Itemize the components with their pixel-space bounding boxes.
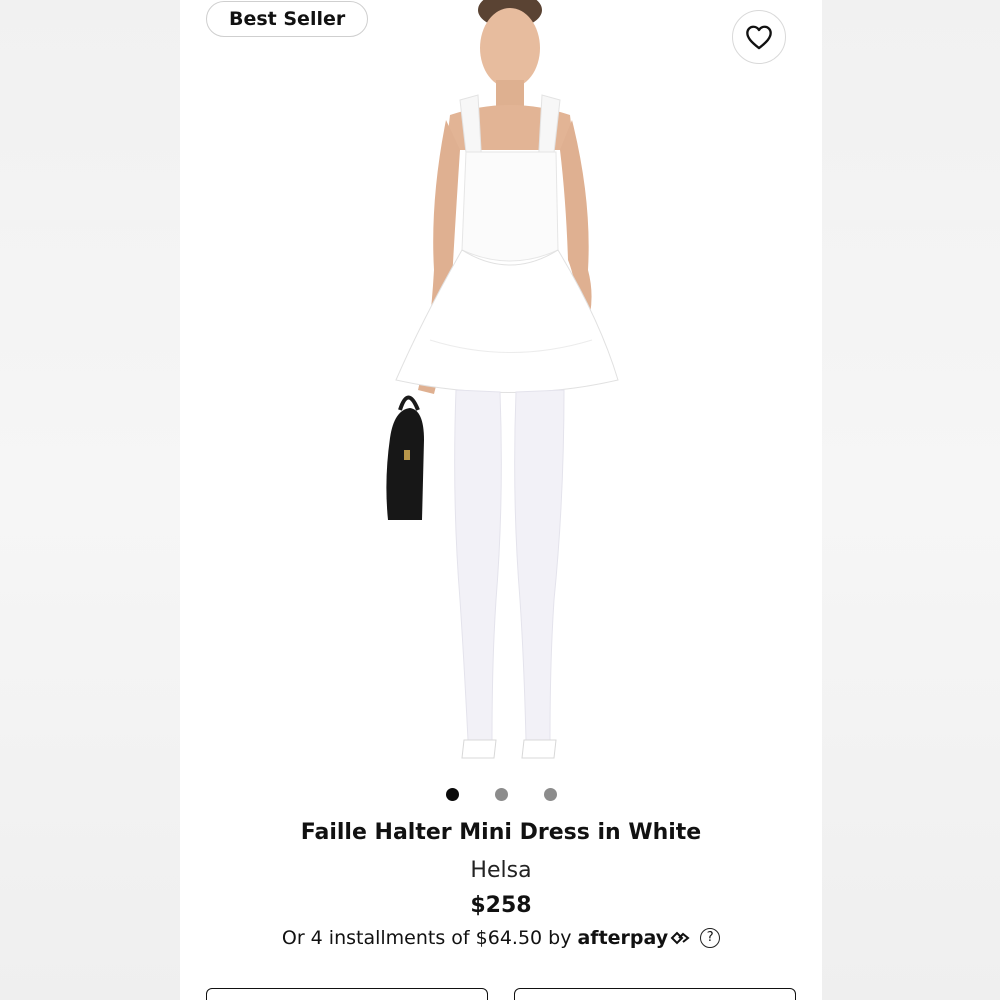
badge-label: Best Seller: [229, 8, 346, 30]
product-price: $258: [470, 893, 532, 918]
size-select-button[interactable]: [206, 988, 488, 1000]
afterpay-arrows-icon: [670, 931, 690, 945]
product-title: Faille Halter Mini Dress in White: [300, 820, 702, 845]
carousel-dots: [180, 788, 822, 801]
best-seller-badge: Best Seller: [206, 1, 369, 37]
carousel-dot-1[interactable]: [445, 788, 459, 801]
heart-icon: [746, 25, 772, 50]
add-to-bag-button[interactable]: [514, 988, 796, 1000]
carousel-dot-3[interactable]: [543, 788, 557, 801]
blurred-backdrop-right: [822, 0, 1000, 1000]
product-brand[interactable]: Helsa: [180, 858, 822, 883]
installments-line: Or 4 installments of $64.50 by afterpay …: [180, 927, 822, 949]
question-circle-icon[interactable]: ?: [700, 928, 721, 948]
favorite-button[interactable]: [732, 10, 786, 64]
afterpay-label: afterpay: [577, 927, 669, 949]
carousel-dot-2[interactable]: [494, 788, 508, 801]
blurred-backdrop-left: [0, 0, 180, 1000]
installments-text: Or 4 installments of $64.50 by: [281, 927, 572, 949]
afterpay-logo[interactable]: afterpay: [577, 927, 690, 949]
product-photo[interactable]: [360, 0, 642, 780]
product-card: Best Seller Faille Halter Mini Dress in …: [180, 0, 822, 1000]
